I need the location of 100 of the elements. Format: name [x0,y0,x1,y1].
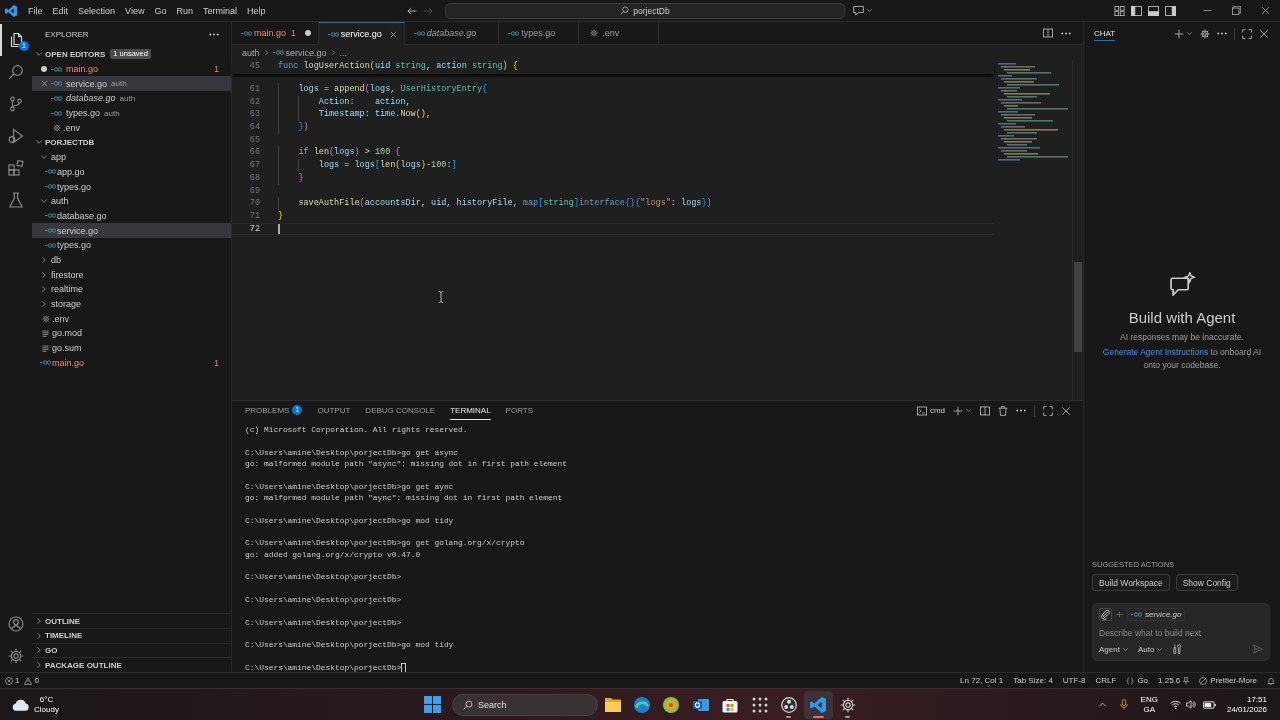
maximize-icon[interactable] [1242,28,1252,39]
panel-tab[interactable]: PORTS [505,401,534,420]
mode-dropdown[interactable]: Agent [1099,644,1129,654]
menu-item[interactable]: Help [241,2,271,19]
menu-item[interactable]: Run [171,2,198,19]
plus-icon[interactable] [1174,28,1184,39]
tree-item[interactable]: .env [32,311,231,327]
more-icon[interactable] [1217,32,1227,35]
caret-icon[interactable] [965,407,972,414]
close-icon[interactable] [1061,405,1071,416]
chat-input[interactable]: Describe what to build next [1099,626,1263,640]
status-item[interactable]: UTF-8 [1062,676,1086,685]
close-icon[interactable] [40,80,48,88]
close-icon[interactable] [1261,6,1270,15]
open-editor-item[interactable]: types.go auth [32,105,231,121]
more-icon[interactable] [1016,409,1026,412]
layout-grid-icon[interactable] [1114,5,1125,16]
breadcrumb-item[interactable]: ... [339,47,348,58]
paperclip-icon[interactable] [1099,608,1112,621]
back-arrow-icon[interactable] [407,5,417,16]
open-editor-item[interactable]: .env [32,120,231,136]
clock[interactable]: 17:51 24/01/2026 [1226,694,1267,715]
status-item[interactable]: Go [1126,676,1149,685]
problems-status[interactable]: 1 0 [5,676,42,685]
suggested-action-button[interactable]: Build Workspace [1092,574,1170,591]
taskbar-search[interactable]: Search [452,693,598,716]
tools-icon[interactable] [1172,644,1183,654]
tree-item[interactable]: main.go 1 [32,355,231,371]
tree-item[interactable]: app [32,149,231,165]
model-dropdown[interactable]: Auto [1137,644,1164,654]
split-terminal-icon[interactable] [980,405,990,416]
tree-item[interactable]: auth [32,193,231,209]
sidebar-left-icon[interactable] [1131,5,1142,16]
scrollbar-thumb[interactable] [1074,262,1082,352]
close-icon[interactable] [1259,28,1269,39]
restore-icon[interactable] [1232,6,1241,15]
editor-tab[interactable]: database.go [404,22,500,44]
sidebar-right-icon[interactable] [1165,5,1176,16]
section-header[interactable]: GO [32,642,231,658]
menu-item[interactable]: Edit [47,2,74,19]
split-editor-icon[interactable] [1043,28,1053,38]
plus-icon[interactable] [953,405,963,416]
caret-icon[interactable] [866,7,873,14]
chevron-up-icon[interactable] [1097,700,1107,709]
panel-tab[interactable]: TERMINAL [450,401,491,420]
breadcrumb-item[interactable]: service.go [272,47,327,58]
menu-item[interactable]: File [23,2,48,19]
four-squares-icon[interactable] [424,696,441,713]
weather-widget[interactable]: 6°C Cloudy [11,694,59,715]
panel-tab[interactable]: OUTPUT [317,401,351,420]
more-icon[interactable] [209,33,219,36]
status-item[interactable]: Prettier-More [1199,676,1257,685]
caret-icon[interactable] [1186,30,1193,37]
chat-tab[interactable]: CHAT [1094,26,1116,41]
menu-item[interactable]: Go [149,2,172,19]
settings-icon[interactable] [1200,28,1210,39]
tree-item[interactable]: service.go [32,223,231,238]
menu-item[interactable]: Terminal [197,2,242,19]
open-editor-item[interactable]: main.go 1 [32,61,231,77]
wifi-icon[interactable] [1169,700,1181,709]
tree-item[interactable]: firestore [32,267,231,282]
tree-item[interactable]: db [32,252,231,268]
agent-instructions-link[interactable]: Generate Agent Instructions [1102,347,1209,357]
breadcrumb-item[interactable]: auth [242,47,260,58]
panel-tab[interactable]: DEBUG CONSOLE [365,401,436,420]
tree-item[interactable]: go.mod [32,326,231,341]
tree-item[interactable]: types.go [32,179,231,194]
editor-tab[interactable]: types.go [499,22,580,44]
editor-tab[interactable]: .env [579,22,660,44]
status-item[interactable]: 1.25.6 [1158,676,1190,685]
terminal-selector[interactable]: cmd [916,405,945,416]
open-editor-item[interactable]: service.go auth [32,76,231,92]
speaker-icon[interactable] [1185,700,1196,709]
tree-item[interactable]: realtime [32,282,231,297]
tree-item[interactable]: go.sum [32,340,231,356]
maximize-icon[interactable] [1043,405,1053,416]
chat-bubble-icon[interactable] [853,5,864,16]
open-editor-item[interactable]: database.go auth [32,91,231,106]
tree-item[interactable]: app.go [32,164,231,180]
editor-tab[interactable]: service.go [318,22,405,45]
tree-item[interactable]: storage [32,296,231,312]
more-icon[interactable] [1061,31,1071,35]
close-icon[interactable] [390,30,398,38]
menu-item[interactable]: Selection [73,2,121,19]
status-item[interactable]: Ln 72, Col 1 [960,676,1004,685]
minimap[interactable] [998,63,1068,162]
status-item[interactable]: Tab Size: 4 [1013,676,1053,685]
command-center-search[interactable]: porjectDb [445,2,845,19]
section-header[interactable]: PORJECTDB [32,135,231,150]
tree-item[interactable]: types.go [32,237,231,253]
suggested-action-button[interactable]: Show Config [1175,574,1238,591]
section-header[interactable]: OUTLINE [32,613,231,628]
editor-tab[interactable]: main.go 1 [232,22,319,44]
menu-item[interactable]: View [120,2,150,19]
panel-bottom-icon[interactable] [1148,5,1159,16]
status-item[interactable]: CRLF [1095,676,1117,685]
tree-item[interactable]: database.go [32,208,231,224]
input-language[interactable]: ENG GA [1140,694,1158,715]
section-header[interactable]: TIMELINE [32,627,231,643]
trash-icon[interactable] [998,405,1008,416]
